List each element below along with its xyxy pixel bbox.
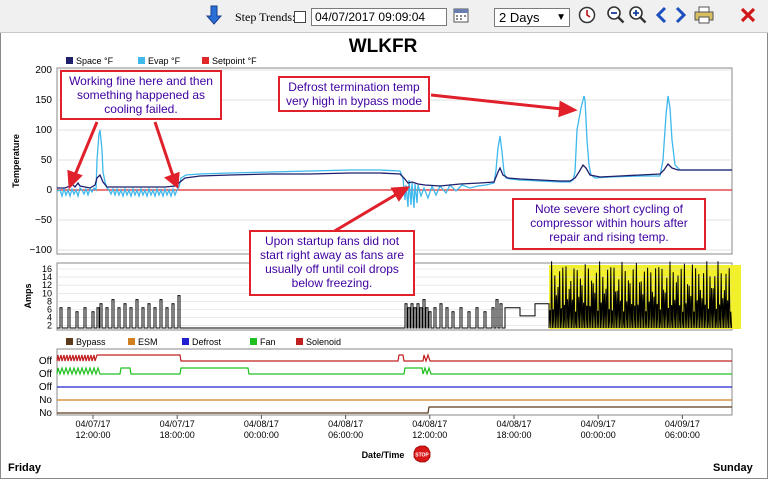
stop-icon[interactable]: STOP bbox=[413, 445, 431, 463]
temperature-tick-label: −100 bbox=[29, 245, 52, 256]
footer-end-day: Sunday bbox=[713, 462, 753, 474]
amps-tick-labels: 161412108642 bbox=[42, 264, 52, 331]
state-row-label: Off bbox=[39, 382, 52, 393]
x-tick-time: 12:00:00 bbox=[412, 430, 447, 440]
x-tick-date: 04/08/17 bbox=[412, 419, 447, 429]
legend-swatch-setpoint bbox=[202, 57, 209, 64]
x-tick-date: 04/07/17 bbox=[160, 419, 195, 429]
zoom-out-icon[interactable] bbox=[605, 4, 627, 26]
temperature-tick-label: 200 bbox=[35, 65, 52, 76]
close-icon[interactable] bbox=[737, 4, 759, 26]
callout-short-cycling: Note severe short cycling of compressor … bbox=[512, 198, 706, 250]
temperature-tick-label: 150 bbox=[35, 95, 52, 106]
legend-swatch-space bbox=[66, 57, 73, 64]
x-tick-date: 04/08/17 bbox=[244, 419, 279, 429]
x-tick-time: 00:00:00 bbox=[581, 430, 616, 440]
x-tick-time: 06:00:00 bbox=[328, 430, 363, 440]
calendar-icon[interactable] bbox=[450, 4, 472, 26]
chart-title: WLKFR bbox=[349, 36, 418, 57]
x-tick-time: 06:00:00 bbox=[665, 430, 700, 440]
legend-label-solenoid: Solenoid bbox=[306, 337, 341, 347]
x-tick-time: 18:00:00 bbox=[160, 430, 195, 440]
legend-label-bypass: Bypass bbox=[76, 337, 106, 347]
state-row-label: No bbox=[39, 395, 52, 406]
x-tick-date: 04/08/17 bbox=[496, 419, 531, 429]
callout-working-fine: Working fine here and then something hap… bbox=[60, 70, 222, 120]
zoom-in-icon[interactable] bbox=[627, 4, 649, 26]
state-plot-frame bbox=[56, 348, 733, 416]
legend-label-esm: ESM bbox=[138, 337, 158, 347]
time-range-value: 2 Days bbox=[499, 10, 540, 25]
amps-tick-label: 2 bbox=[47, 321, 52, 331]
temperature-axis-label: Temperature bbox=[11, 134, 21, 188]
temperature-tick-label: −50 bbox=[35, 215, 52, 226]
x-tick-date: 04/09/17 bbox=[665, 419, 700, 429]
legend-label-evap: Evap °F bbox=[148, 56, 181, 66]
legend-swatch-solenoid bbox=[296, 338, 303, 345]
state-row-labels: Off Off Off No No bbox=[39, 356, 53, 419]
x-tick-time: 12:00:00 bbox=[75, 430, 110, 440]
reset-clock-icon[interactable] bbox=[576, 4, 598, 26]
temperature-tick-label: 100 bbox=[35, 125, 52, 136]
legend-label-fan: Fan bbox=[260, 337, 276, 347]
time-axis-label: Date/Time bbox=[362, 450, 405, 460]
state-row-label: Off bbox=[39, 356, 52, 367]
time-axis-tick-labels: 04/07/1712:00:0004/07/1718:00:0004/08/17… bbox=[75, 415, 700, 440]
legend-label-setpoint: Setpoint °F bbox=[212, 56, 257, 66]
temperature-legend: Space °F Evap °F Setpoint °F bbox=[66, 56, 257, 66]
stop-label: STOP bbox=[415, 453, 429, 459]
legend-label-space: Space °F bbox=[76, 56, 114, 66]
callout-defrost-termination: Defrost termination temp very high in by… bbox=[278, 76, 430, 112]
state-panel: Off Off Off No No bbox=[39, 348, 733, 419]
step-trends-label: Step Trends: bbox=[235, 10, 296, 24]
x-tick-time: 00:00:00 bbox=[244, 430, 279, 440]
footer-start-day: Friday bbox=[8, 462, 42, 474]
x-tick-time: 18:00:00 bbox=[496, 430, 531, 440]
print-icon[interactable] bbox=[693, 4, 715, 26]
date-time-input[interactable]: 04/07/2017 09:09:04 bbox=[311, 8, 447, 26]
state-legend: Bypass ESM Defrost Fan Solenoid bbox=[66, 337, 341, 347]
time-range-select[interactable]: 2 Days ▼ bbox=[494, 8, 570, 27]
x-tick-date: 04/07/17 bbox=[75, 419, 110, 429]
chevron-right-icon[interactable] bbox=[670, 4, 692, 26]
temperature-tick-label: 0 bbox=[46, 185, 52, 196]
legend-swatch-bypass bbox=[66, 338, 73, 345]
state-row-label: Off bbox=[39, 369, 52, 380]
temperature-tick-label: 50 bbox=[41, 155, 53, 166]
toolbar: Step Trends: 04/07/2017 09:09:04 2 Days … bbox=[0, 0, 768, 33]
legend-swatch-defrost bbox=[182, 338, 189, 345]
chevron-left-icon[interactable] bbox=[650, 4, 672, 26]
x-tick-date: 04/09/17 bbox=[581, 419, 616, 429]
temperature-tick-labels: 200 150 100 50 0 −50 −100 bbox=[29, 65, 52, 256]
state-row-label: No bbox=[39, 408, 52, 419]
legend-swatch-evap bbox=[138, 57, 145, 64]
legend-swatch-fan bbox=[250, 338, 257, 345]
download-arrow-icon[interactable] bbox=[203, 4, 225, 26]
x-tick-date: 04/08/17 bbox=[328, 419, 363, 429]
legend-label-defrost: Defrost bbox=[192, 337, 222, 347]
callout-startup-fans: Upon startup fans did not start right aw… bbox=[249, 230, 415, 296]
legend-swatch-esm bbox=[128, 338, 135, 345]
amps-axis-label: Amps bbox=[23, 283, 33, 308]
chevron-down-icon: ▼ bbox=[556, 12, 566, 23]
step-trends-checkbox[interactable] bbox=[294, 11, 306, 23]
